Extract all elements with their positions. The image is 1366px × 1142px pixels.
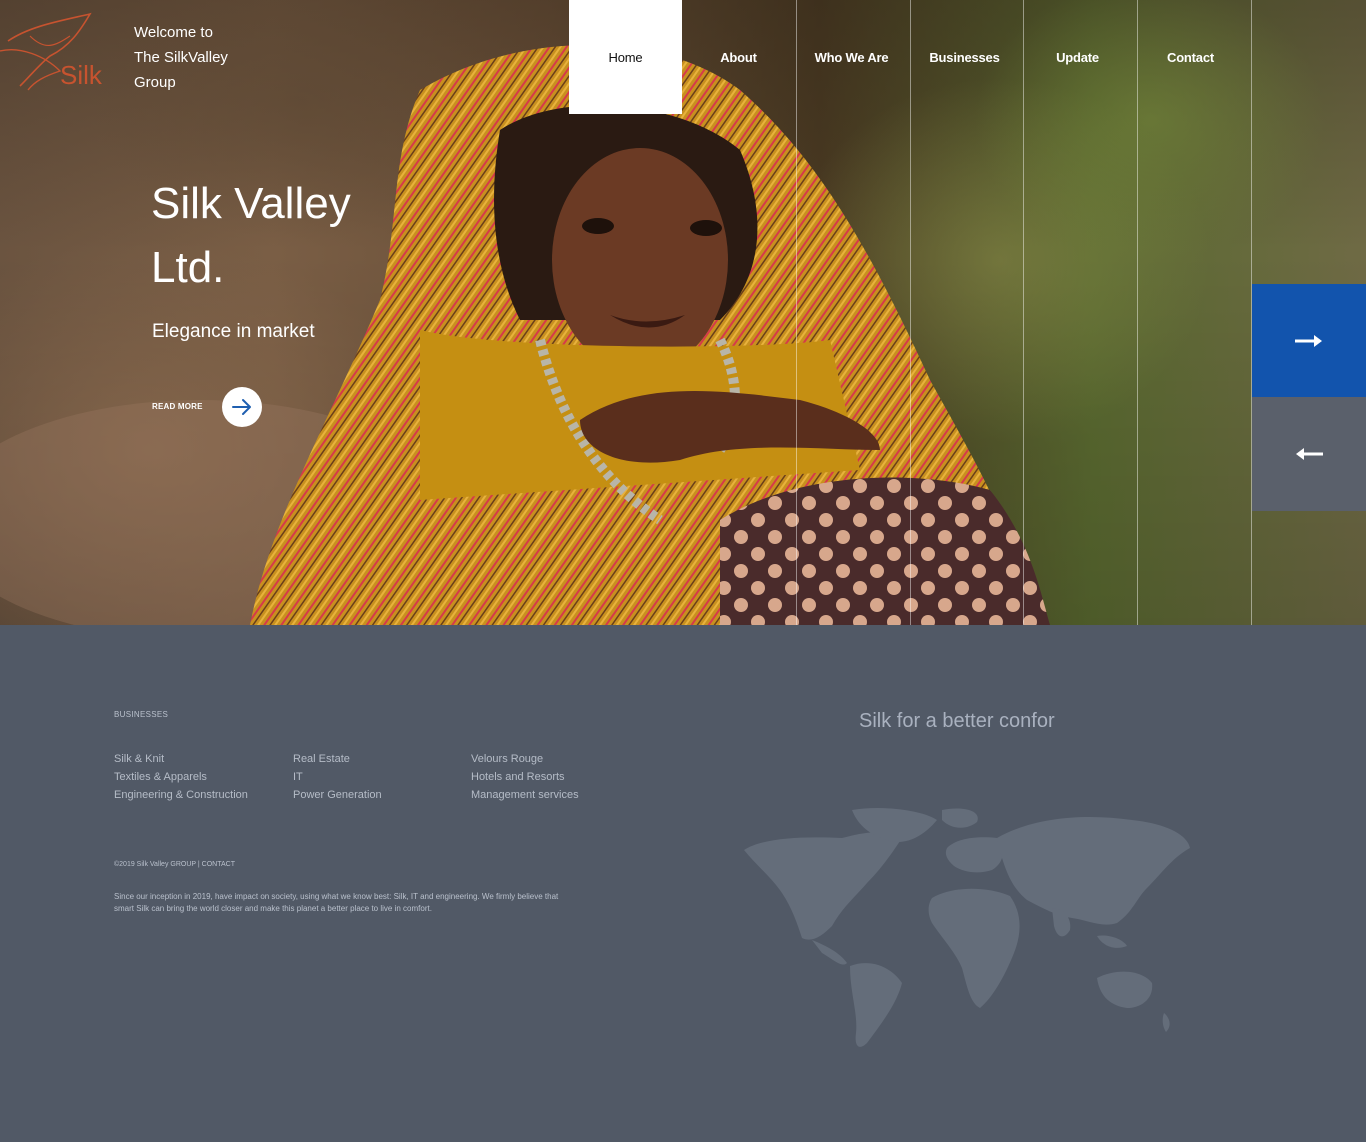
business-link[interactable]: IT (293, 768, 382, 786)
business-link[interactable]: Textiles & Apparels (114, 768, 248, 786)
tagline: Silk for a better confor (859, 710, 1055, 732)
business-link[interactable]: Velours Rouge (471, 750, 579, 768)
arrow-right-icon (232, 399, 251, 415)
hero-title-line-1: Silk Valley (151, 179, 351, 228)
business-link[interactable]: Power Generation (293, 786, 382, 804)
welcome-line-3: Group (134, 74, 176, 91)
businesses-column-2: Real Estate IT Power Generation (293, 750, 382, 804)
business-link[interactable]: Real Estate (293, 750, 382, 768)
business-link[interactable]: Silk & Knit (114, 750, 248, 768)
business-link[interactable]: Hotels and Resorts (471, 768, 579, 786)
nav-who-we-are[interactable]: Who We Are (795, 0, 908, 114)
hero-slider: Silk Welcome to The SilkValley Group Hom… (0, 0, 1366, 625)
world-map-icon (744, 808, 1190, 1047)
hero-title-line-2: Ltd. (151, 243, 225, 292)
welcome-line-1: Welcome to (134, 24, 213, 41)
main-nav: Home About Who We Are Businesses Update … (569, 0, 1247, 114)
arrow-right-icon (1295, 334, 1322, 347)
about-text: Since our inception in 2019, have impact… (114, 892, 559, 913)
business-link[interactable]: Engineering & Construction (114, 786, 248, 804)
nav-businesses[interactable]: Businesses (908, 0, 1021, 114)
arrow-left-icon (1296, 448, 1323, 460)
welcome-line-2: The SilkValley (134, 49, 228, 66)
businesses-column-3: Velours Rouge Hotels and Resorts Managem… (471, 750, 579, 804)
nav-about[interactable]: About (682, 0, 795, 114)
footer: BUSINESSES Silk & Knit Textiles & Appare… (0, 625, 1366, 1142)
silk-logo-icon[interactable]: Silk (0, 6, 115, 96)
copyright: ©2019 Silk Valley GROUP | CONTACT (114, 861, 235, 868)
businesses-heading: BUSINESSES (114, 710, 169, 719)
business-link[interactable]: Management services (471, 786, 579, 804)
copyright-text: ©2019 Silk Valley GROUP (114, 861, 196, 868)
hero-subtitle: Elegance in market (152, 321, 315, 342)
welcome-text: Welcome to The SilkValley Group (134, 20, 254, 95)
nav-update[interactable]: Update (1021, 0, 1134, 114)
slider-next-button[interactable] (1252, 284, 1366, 397)
slider-prev-button[interactable] (1252, 397, 1366, 511)
hero-title: Silk Valley Ltd. (151, 172, 411, 300)
nav-contact[interactable]: Contact (1134, 0, 1247, 114)
nav-home[interactable]: Home (569, 0, 682, 114)
logo-text: Silk (60, 60, 103, 90)
businesses-column-1: Silk & Knit Textiles & Apparels Engineer… (114, 750, 248, 804)
read-more-link[interactable]: READ MORE (152, 402, 203, 411)
read-more-button[interactable] (222, 387, 262, 427)
footer-contact-link[interactable]: CONTACT (202, 861, 235, 868)
